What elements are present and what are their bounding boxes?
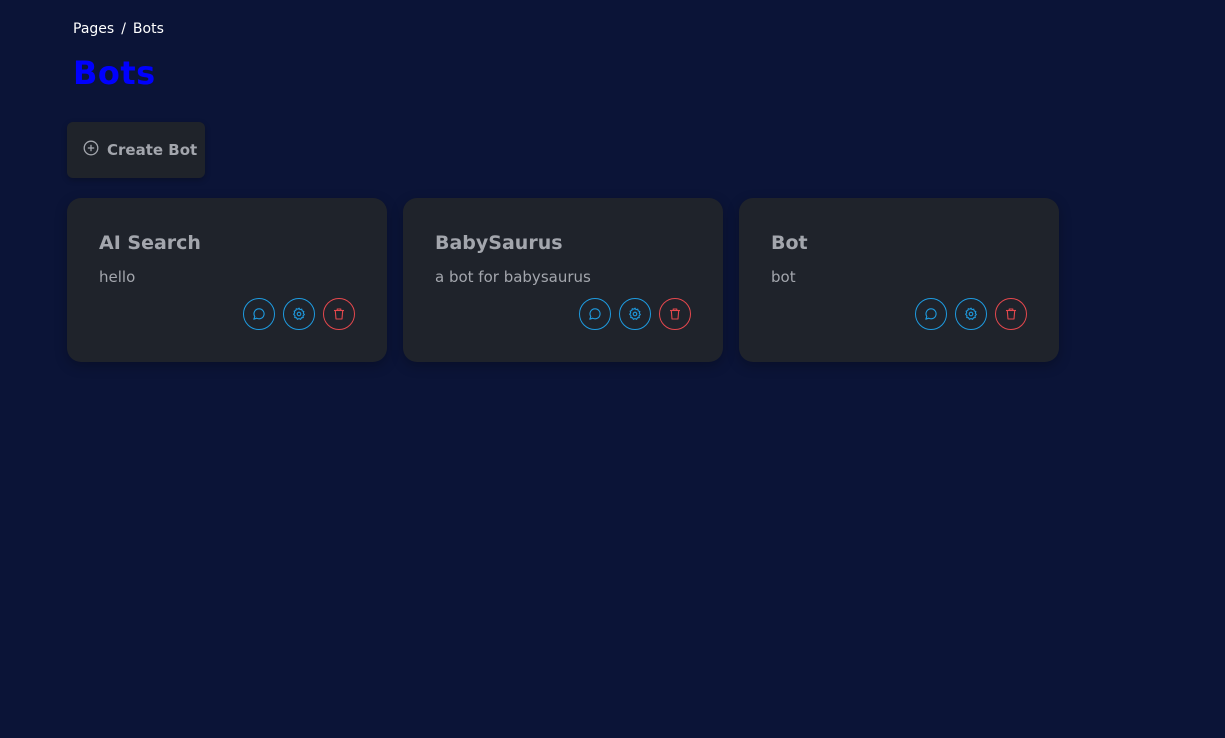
bot-card-list: AI Search hello BabySaurus a bot for bab… [67, 198, 1059, 362]
bot-description: a bot for babysaurus [435, 268, 591, 286]
bot-card[interactable]: Bot bot [739, 198, 1059, 362]
plus-circle-icon [83, 140, 99, 160]
chat-icon [924, 307, 938, 321]
create-bot-label: Create Bot [107, 141, 198, 159]
bot-card[interactable]: AI Search hello [67, 198, 387, 362]
settings-button[interactable] [283, 298, 315, 330]
breadcrumb-item-bots[interactable]: Bots [133, 21, 164, 37]
create-bot-button[interactable]: Create Bot [67, 122, 205, 178]
chat-button[interactable] [579, 298, 611, 330]
bot-description: hello [99, 268, 136, 286]
trash-icon [668, 307, 682, 321]
chat-icon [252, 307, 266, 321]
gear-icon [964, 307, 978, 321]
settings-button[interactable] [955, 298, 987, 330]
bot-description: bot [771, 268, 796, 286]
delete-button[interactable] [995, 298, 1027, 330]
delete-button[interactable] [323, 298, 355, 330]
delete-button[interactable] [659, 298, 691, 330]
bot-name: AI Search [99, 232, 201, 254]
page-title: Bots [73, 54, 156, 92]
breadcrumb: Pages / Bots [73, 21, 164, 37]
bot-actions [915, 298, 1027, 330]
bot-actions [243, 298, 355, 330]
trash-icon [1004, 307, 1018, 321]
bot-card[interactable]: BabySaurus a bot for babysaurus [403, 198, 723, 362]
bot-name: Bot [771, 232, 808, 254]
gear-icon [292, 307, 306, 321]
settings-button[interactable] [619, 298, 651, 330]
chat-button[interactable] [915, 298, 947, 330]
chat-button[interactable] [243, 298, 275, 330]
bot-actions [579, 298, 691, 330]
bot-name: BabySaurus [435, 232, 563, 254]
gear-icon [628, 307, 642, 321]
breadcrumb-item-pages[interactable]: Pages [73, 21, 114, 37]
bots-page: Pages / Bots Bots Create Bot AI Search h… [0, 0, 1225, 738]
chat-icon [588, 307, 602, 321]
trash-icon [332, 307, 346, 321]
breadcrumb-separator: / [121, 21, 126, 37]
